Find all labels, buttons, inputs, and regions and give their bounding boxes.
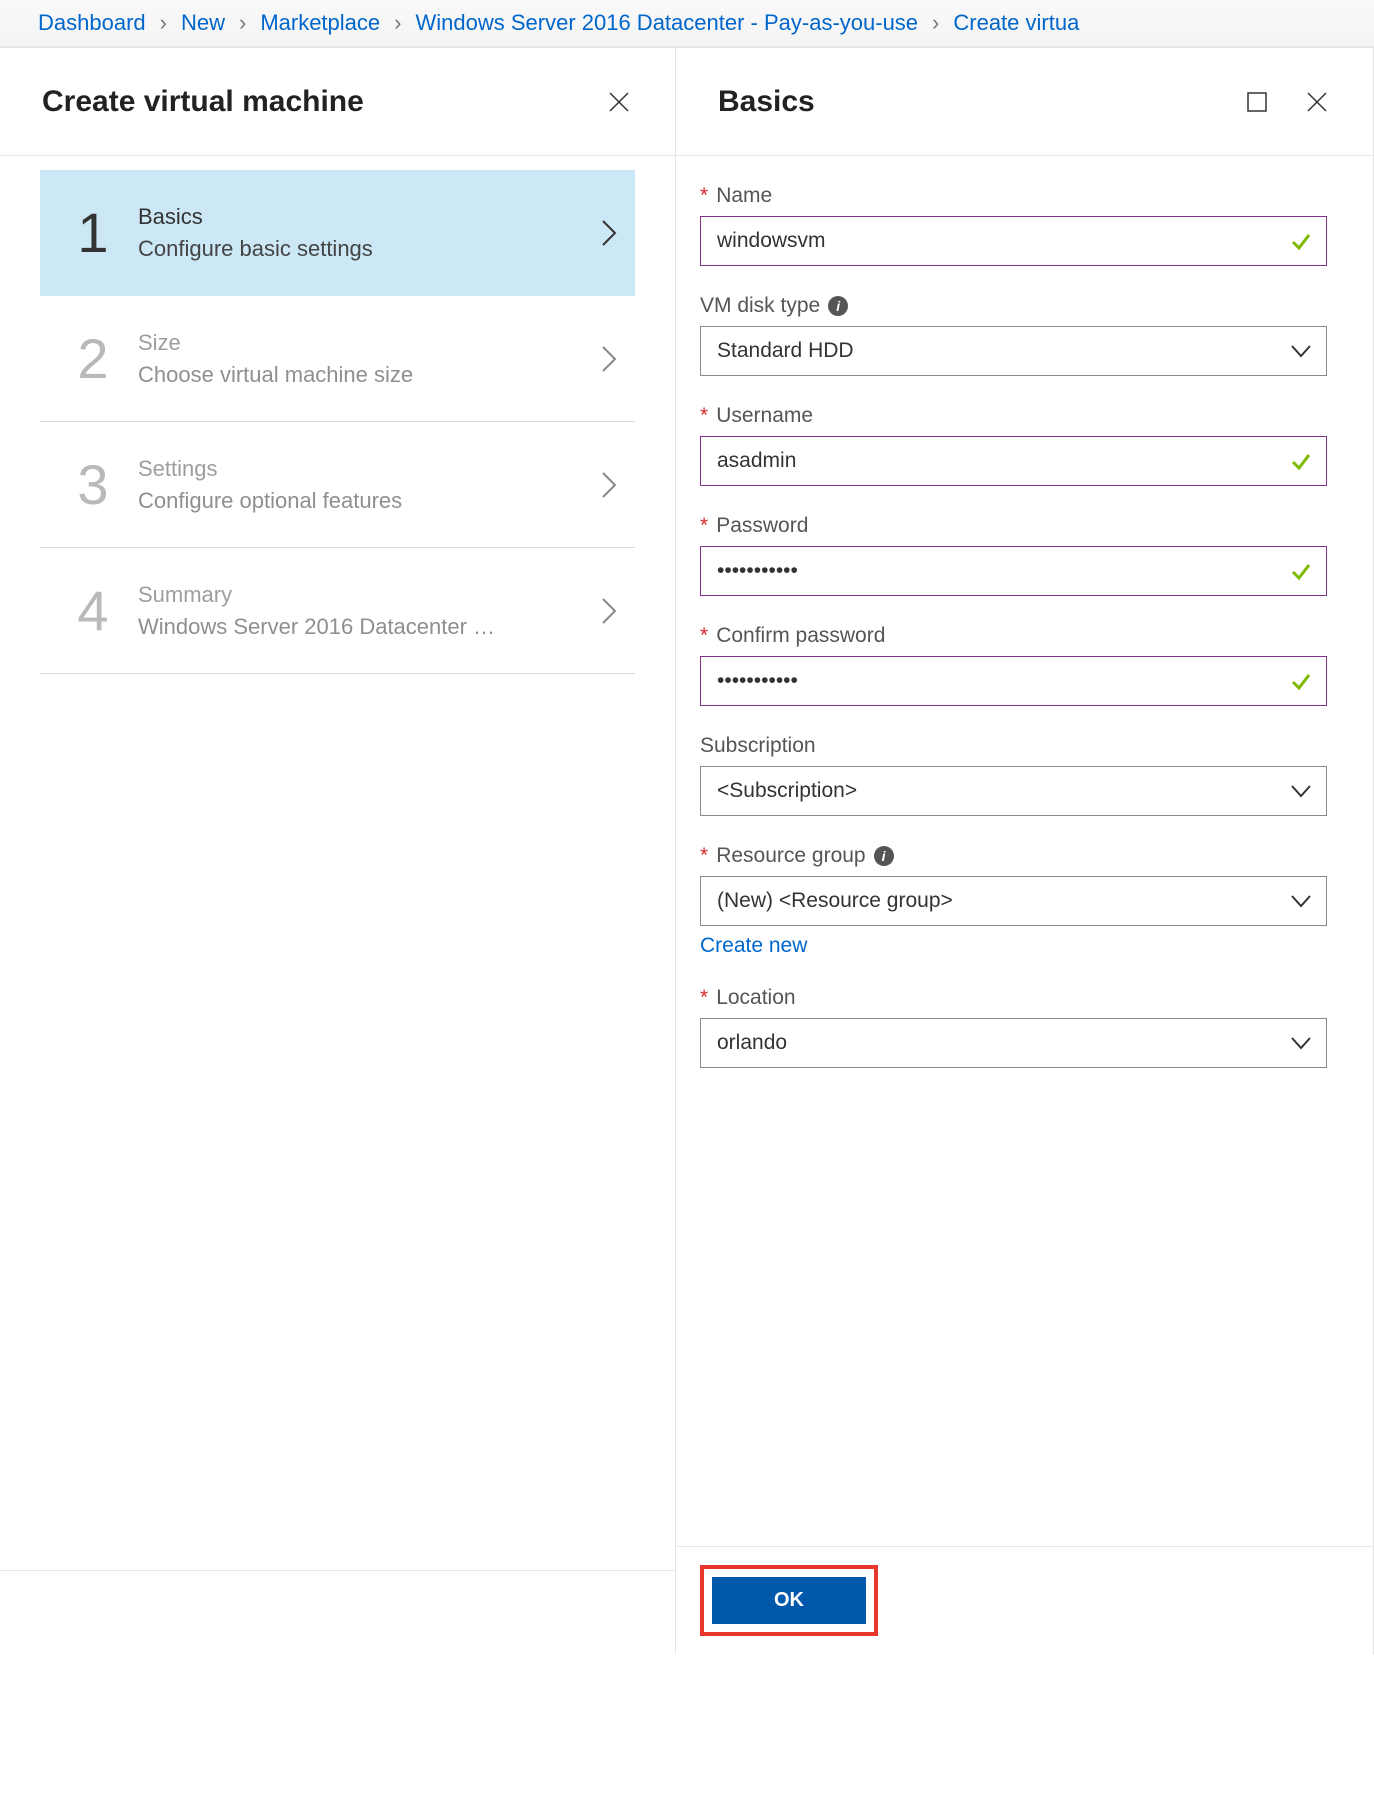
step-number: 2 <box>58 326 128 391</box>
location-select[interactable]: orlando <box>700 1018 1327 1068</box>
required-indicator: * <box>700 844 708 868</box>
password-input[interactable] <box>701 559 1290 583</box>
panel-title: Basics <box>718 85 815 119</box>
field-label: VM disk type <box>700 294 820 318</box>
step-title: Summary <box>138 582 601 608</box>
create-vm-panel: Create virtual machine 1 Basics Configur… <box>0 48 676 1654</box>
required-indicator: * <box>700 986 708 1010</box>
basics-form: * Name VM disk type i Standard HDD <box>676 156 1373 1546</box>
close-icon[interactable] <box>603 86 635 118</box>
step-subtitle: Configure optional features <box>138 488 601 514</box>
step-subtitle: Choose virtual machine size <box>138 362 601 388</box>
disk-type-select[interactable]: Standard HDD <box>700 326 1327 376</box>
chevron-right-icon <box>601 471 617 499</box>
step-title: Settings <box>138 456 601 482</box>
confirm-password-field: * Confirm password <box>700 624 1327 706</box>
step-title: Size <box>138 330 601 356</box>
chevron-down-icon <box>1290 344 1326 358</box>
required-indicator: * <box>700 184 708 208</box>
step-number: 1 <box>58 200 128 265</box>
field-label: Subscription <box>700 734 816 758</box>
step-size[interactable]: 2 Size Choose virtual machine size <box>40 296 635 422</box>
name-input[interactable] <box>701 229 1290 253</box>
select-value: <Subscription> <box>701 779 1290 803</box>
select-value: Standard HDD <box>701 339 1290 363</box>
resource-group-select[interactable]: (New) <Resource group> <box>700 876 1327 926</box>
name-field: * Name <box>700 184 1327 266</box>
field-label: Password <box>716 514 808 538</box>
step-number: 4 <box>58 578 128 643</box>
wizard-steps: 1 Basics Configure basic settings 2 Size… <box>0 156 675 674</box>
chevron-right-icon: › <box>239 10 246 36</box>
check-icon <box>1290 230 1326 252</box>
resource-group-field: * Resource group i (New) <Resource group… <box>700 844 1327 958</box>
field-label: Name <box>716 184 772 208</box>
maximize-icon[interactable] <box>1241 86 1273 118</box>
field-label: Resource group <box>716 844 865 868</box>
name-input-wrapper <box>700 216 1327 266</box>
panel-header: Create virtual machine <box>0 48 675 156</box>
breadcrumb-item[interactable]: Windows Server 2016 Datacenter - Pay-as-… <box>415 10 918 36</box>
select-value: (New) <Resource group> <box>701 889 1290 913</box>
required-indicator: * <box>700 624 708 648</box>
info-icon[interactable]: i <box>828 296 848 316</box>
required-indicator: * <box>700 404 708 428</box>
ok-button[interactable]: OK <box>712 1577 866 1624</box>
chevron-down-icon <box>1290 784 1326 798</box>
chevron-right-icon <box>601 219 617 247</box>
field-label: Username <box>716 404 813 428</box>
required-indicator: * <box>700 514 708 538</box>
panel-footer <box>0 1570 675 1654</box>
step-title: Basics <box>138 204 601 230</box>
confirm-password-input-wrapper <box>700 656 1327 706</box>
confirm-password-input[interactable] <box>701 669 1290 693</box>
panel-footer: OK <box>676 1546 1373 1654</box>
breadcrumb-item[interactable]: New <box>181 10 225 36</box>
password-field: * Password <box>700 514 1327 596</box>
chevron-down-icon <box>1290 894 1326 908</box>
step-number: 3 <box>58 452 128 517</box>
step-basics[interactable]: 1 Basics Configure basic settings <box>40 170 635 296</box>
check-icon <box>1290 450 1326 472</box>
basics-panel: Basics * Name <box>676 48 1374 1654</box>
field-label: Confirm password <box>716 624 885 648</box>
breadcrumb-item[interactable]: Dashboard <box>38 10 146 36</box>
info-icon[interactable]: i <box>874 846 894 866</box>
location-field: * Location orlando <box>700 986 1327 1068</box>
step-settings[interactable]: 3 Settings Configure optional features <box>40 422 635 548</box>
chevron-right-icon <box>601 345 617 373</box>
field-label: Location <box>716 986 795 1010</box>
breadcrumb-item[interactable]: Create virtua <box>953 10 1079 36</box>
username-input[interactable] <box>701 449 1290 473</box>
disk-type-field: VM disk type i Standard HDD <box>700 294 1327 376</box>
breadcrumb-item[interactable]: Marketplace <box>260 10 380 36</box>
panel-title: Create virtual machine <box>42 85 364 119</box>
close-icon[interactable] <box>1301 86 1333 118</box>
chevron-right-icon: › <box>394 10 401 36</box>
chevron-right-icon <box>601 597 617 625</box>
check-icon <box>1290 670 1326 692</box>
step-subtitle: Configure basic settings <box>138 236 601 262</box>
chevron-right-icon: › <box>160 10 167 36</box>
step-subtitle: Windows Server 2016 Datacenter … <box>138 614 601 640</box>
panel-header: Basics <box>676 48 1373 156</box>
chevron-down-icon <box>1290 1036 1326 1050</box>
password-input-wrapper <box>700 546 1327 596</box>
username-field: * Username <box>700 404 1327 486</box>
create-new-link[interactable]: Create new <box>700 934 807 958</box>
subscription-field: Subscription <Subscription> <box>700 734 1327 816</box>
select-value: orlando <box>701 1031 1290 1055</box>
check-icon <box>1290 560 1326 582</box>
username-input-wrapper <box>700 436 1327 486</box>
chevron-right-icon: › <box>932 10 939 36</box>
breadcrumb: Dashboard › New › Marketplace › Windows … <box>0 0 1374 48</box>
ok-highlight: OK <box>700 1565 878 1636</box>
subscription-select[interactable]: <Subscription> <box>700 766 1327 816</box>
step-summary[interactable]: 4 Summary Windows Server 2016 Datacenter… <box>40 548 635 674</box>
